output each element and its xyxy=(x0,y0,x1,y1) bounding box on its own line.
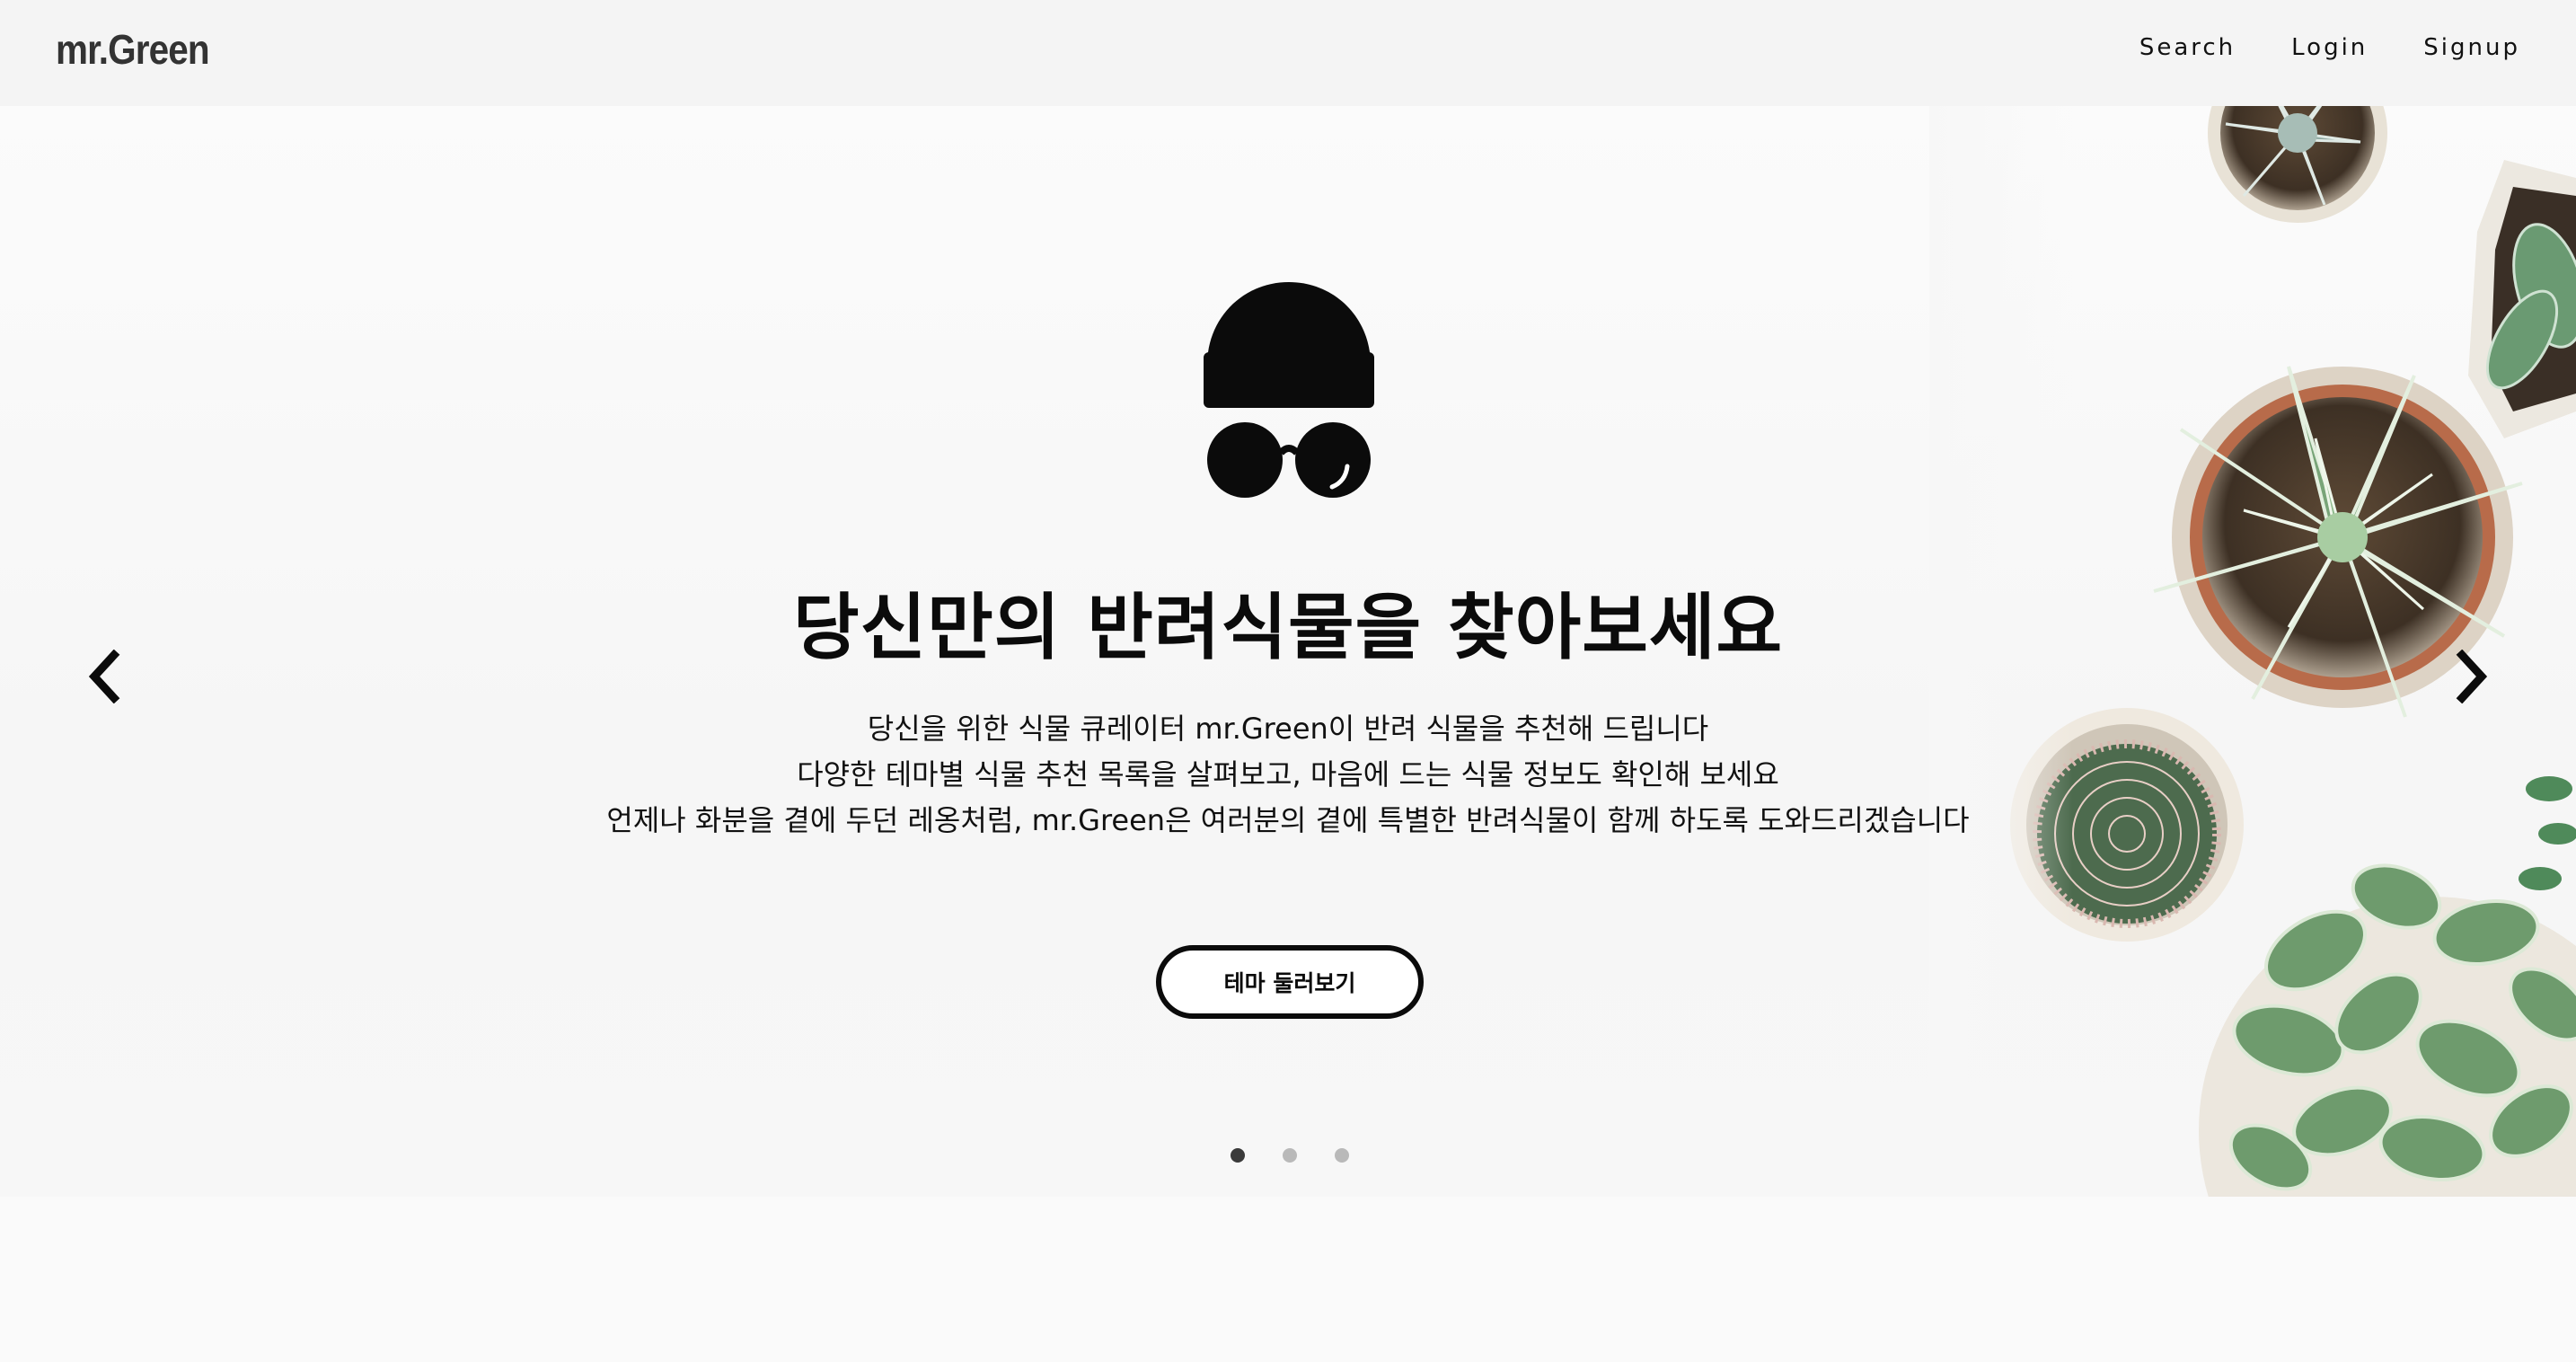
browse-themes-button[interactable]: 테마 둘러보기 xyxy=(1156,945,1424,1019)
brand-logo[interactable]: mr.Green xyxy=(56,25,210,74)
content-area xyxy=(0,1197,2576,1362)
nav-signup-link[interactable]: Signup xyxy=(2423,34,2520,61)
nav-search-link[interactable]: Search xyxy=(2139,34,2236,61)
beanie-sunglasses-icon xyxy=(1204,282,1374,498)
carousel-dot[interactable] xyxy=(1283,1148,1297,1163)
navbar: mr.Green Search Login Signup xyxy=(0,0,2576,106)
nav-login-link[interactable]: Login xyxy=(2291,34,2368,61)
carousel-prev-button[interactable] xyxy=(72,627,135,726)
nav-links: Search Login Signup xyxy=(2139,34,2520,61)
hero-carousel: 당신만의 반려식물을 찾아보세요 당신을 위한 식물 큐레이터 mr.Green… xyxy=(0,106,2576,1197)
hero-title: 당신만의 반려식물을 찾아보세요 xyxy=(792,586,1784,669)
hero-description-line: 언제나 화분을 곁에 두던 레옹처럼, mr.Green은 여러분의 곁에 특별… xyxy=(606,803,1970,837)
chevron-right-icon xyxy=(2456,650,2488,703)
chevron-left-icon xyxy=(88,650,120,703)
hero-description-line: 당신을 위한 식물 큐레이터 mr.Green이 반려 식물을 추천해 드립니다 xyxy=(867,712,1709,746)
carousel-dot[interactable] xyxy=(1335,1148,1349,1163)
hero-description-line: 다양한 테마별 식물 추천 목록을 살펴보고, 마음에 드는 식물 정보도 확인… xyxy=(797,757,1779,792)
hero-description: 당신을 위한 식물 큐레이터 mr.Green이 반려 식물을 추천해 드립니다… xyxy=(0,706,2576,844)
carousel-dot[interactable] xyxy=(1231,1148,1245,1163)
carousel-indicators xyxy=(1231,1148,1349,1163)
carousel-next-button[interactable] xyxy=(2441,627,2504,726)
